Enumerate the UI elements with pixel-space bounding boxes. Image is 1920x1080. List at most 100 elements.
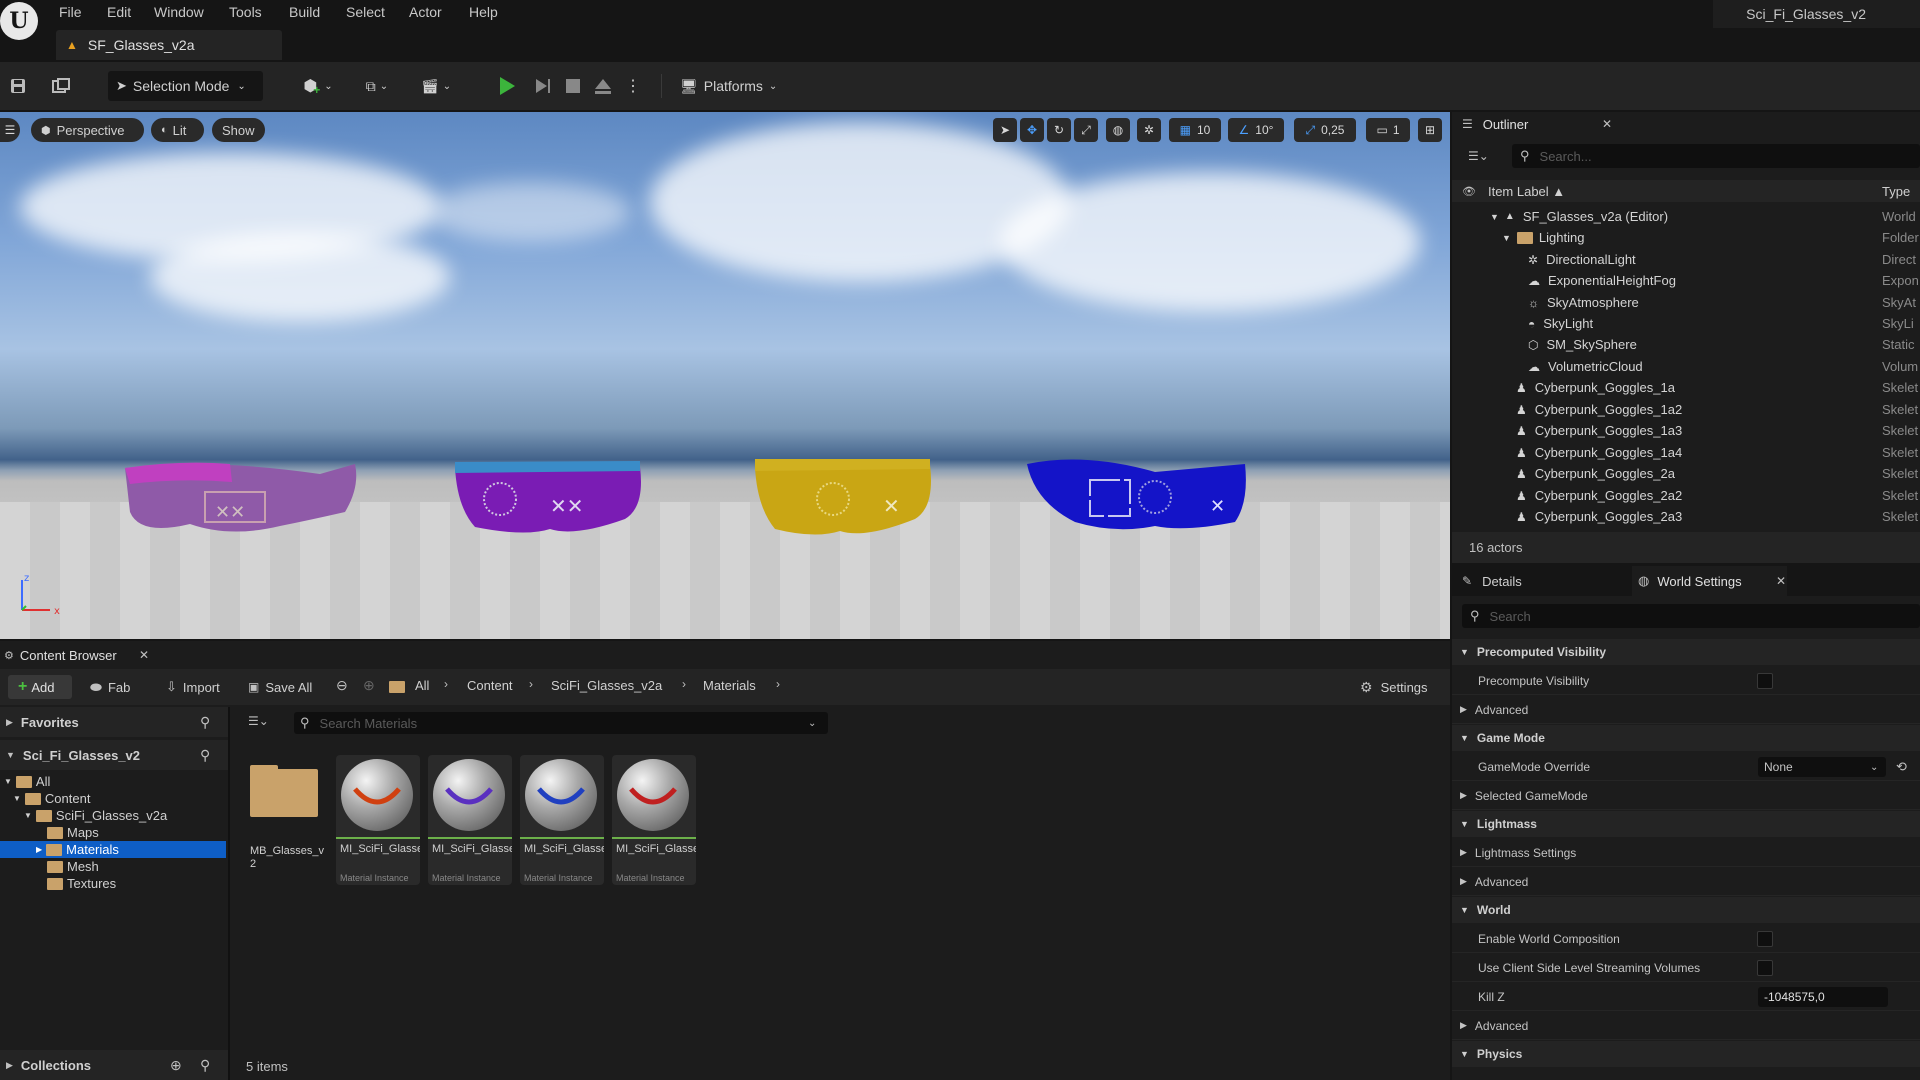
type-header[interactable]: Type [1882,184,1910,199]
outliner-row[interactable]: ▼ ▲ SF_Glasses_v2a (Editor) World [1452,206,1920,227]
forward-icon[interactable]: ⊕ [363,677,375,694]
rotation-snap-toggle[interactable]: ∠ 10° [1228,118,1284,142]
asset-tile[interactable]: MI_SciFi_Glasses_3_ Material Instance [520,755,604,885]
menu-actor[interactable]: Actor [409,4,442,20]
add-actor-icon[interactable]: ⬢ + ⌄ [297,71,339,101]
precompute-visibility-checkbox[interactable] [1757,673,1773,689]
breadcrumb-chevron-icon[interactable]: › [529,677,533,691]
eye-icon[interactable]: 👁︎ [1462,185,1476,198]
tree-item-materials[interactable]: ▶ Materials [0,841,226,858]
settings-button[interactable]: ⚙ Settings [1360,675,1428,699]
close-icon[interactable]: ✕ [139,648,149,662]
perspective-button[interactable]: ⬢ Perspective [31,118,144,142]
cinematics-icon[interactable]: 🎬︎ ⌄ [415,71,457,101]
section-lightmass[interactable]: ▼ Lightmass [1452,811,1920,837]
more-options-icon[interactable]: ⋮ [625,71,641,101]
outliner-row[interactable]: ♟ Cyberpunk_Goggles_1a3 Skelet [1452,420,1920,441]
viewport-menu-icon[interactable]: ☰ [0,118,20,142]
close-icon[interactable]: ✕ [1602,117,1612,131]
scale-snap-toggle[interactable]: ⤢ 0,25 [1294,118,1356,142]
step-icon[interactable] [530,71,556,101]
details-search-input[interactable]: ⚲ Search [1462,604,1920,628]
outliner-row[interactable]: ☁︎ ExponentialHeightFog Expon [1452,270,1920,291]
menu-select[interactable]: Select [346,4,385,20]
search-icon[interactable]: ⚲ [200,747,210,764]
camera-speed-button[interactable]: ▭ 1 [1366,118,1410,142]
tree-item-all[interactable]: ▼ All [0,773,226,790]
tree-item-maps[interactable]: Maps [0,824,226,841]
outliner-row[interactable]: ♟ Cyberpunk_Goggles_2a Skelet [1452,463,1920,484]
tab-details[interactable]: ✎ Details [1452,566,1630,596]
collections-header[interactable]: ▶ Collections ⊕ ⚲ [0,1050,228,1080]
view-mode-button[interactable]: ◐ Lit [151,118,204,142]
kill-z-input[interactable]: -1048575,0 [1758,987,1888,1007]
translate-tool-icon[interactable]: ✥ [1020,118,1044,142]
import-button[interactable]: ⇩ Import [166,675,220,699]
surface-snap-icon[interactable]: ✲ [1137,118,1161,142]
tree-item-textures[interactable]: Textures [0,875,226,892]
section-physics[interactable]: ▼ Physics [1452,1041,1920,1067]
breadcrumb-chevron-icon[interactable]: › [776,677,780,691]
search-icon[interactable]: ⚲ [200,714,210,731]
tree-item-mesh[interactable]: Mesh [0,858,226,875]
menu-edit[interactable]: Edit [107,4,131,20]
prop-selected-gamemode[interactable]: ▶ Selected GameMode [1452,782,1920,810]
item-label-header[interactable]: Item Label ▲ [1488,184,1565,199]
breadcrumb-chevron-icon[interactable]: › [444,677,448,691]
asset-tile[interactable]: MI_SciFi_Glasses_4_ Material Instance [612,755,696,885]
outliner-row[interactable]: ♟ Cyberpunk_Goggles_1a2 Skelet [1452,399,1920,420]
back-icon[interactable]: ⊖ [336,677,348,694]
stop-icon[interactable] [560,71,586,101]
select-tool-icon[interactable]: ➤ [993,118,1017,142]
breadcrumb-all[interactable]: All [415,678,429,693]
rotate-tool-icon[interactable]: ↻ [1047,118,1071,142]
outliner-row[interactable]: ♟ Cyberpunk_Goggles_1a4 Skelet [1452,442,1920,463]
outliner-row[interactable]: ♟ Cyberpunk_Goggles_1a Skelet [1452,377,1920,398]
prop-lightmass-settings[interactable]: ▶ Lightmass Settings [1452,839,1920,867]
asset-tile[interactable]: MI_SciFi_Glasses_1_ Material Instance [336,755,420,885]
materials-search-input[interactable]: ⚲ Search Materials ⌄ [294,712,828,734]
fab-button[interactable]: ⬬ Fab [90,675,130,699]
show-button[interactable]: Show [212,118,265,142]
outliner-row[interactable]: ♟ Cyberpunk_Goggles_2a2 Skelet [1452,485,1920,506]
close-icon[interactable]: ✕ [1776,574,1786,588]
level-tab[interactable]: ▲ SF_Glasses_v2a [56,30,282,60]
eject-icon[interactable] [590,71,616,101]
world-local-icon[interactable]: ◍ [1106,118,1130,142]
outliner-row[interactable]: ▼ Lighting Folder [1452,227,1920,248]
content-drawer-icon[interactable] [48,71,74,101]
add-button[interactable]: + Add [8,675,72,699]
scale-tool-icon[interactable]: ⤢ [1074,118,1098,142]
level-viewport[interactable]: ✕✕ ✕✕ ✕ ✕ z x ☰ ⬢ Perspective ◐ Lit Show… [0,112,1450,639]
prop-advanced-world[interactable]: ▶ Advanced [1452,1012,1920,1040]
outliner-search-input[interactable]: ⚲ Search... [1512,144,1920,168]
layout-icon[interactable]: ⊞ [1418,118,1442,142]
reset-icon[interactable]: ⟲ [1896,759,1907,775]
add-collection-icon[interactable]: ⊕ [170,1057,182,1074]
search-icon[interactable]: ⚲ [200,1057,210,1074]
outliner-row[interactable]: ⬡ SM_SkySphere Static [1452,334,1920,355]
outliner-row[interactable]: ✲ DirectionalLight Direct [1452,249,1920,270]
selection-mode-dropdown[interactable]: ➤ Selection Mode ⌄ [108,71,263,101]
breadcrumb-chevron-icon[interactable]: › [682,677,686,691]
grid-snap-toggle[interactable]: ▦ 10 [1169,118,1221,142]
menu-tools[interactable]: Tools [229,4,262,20]
prop-advanced[interactable]: ▶ Advanced [1452,696,1920,724]
outliner-tab[interactable]: ☰ Outliner ✕ [1452,112,1920,136]
project-header[interactable]: ▼ Sci_Fi_Glasses_v2 ⚲ [0,740,228,770]
play-icon[interactable] [494,71,520,101]
asset-tile[interactable]: MI_SciFi_Glasses_2_ Material Instance [428,755,512,885]
outliner-row[interactable]: ☼ SkyAtmosphere SkyAt [1452,292,1920,313]
menu-window[interactable]: Window [154,4,204,20]
content-browser-tab[interactable]: ⚙︎ Content Browser ✕ [0,641,160,669]
menu-build[interactable]: Build [289,4,320,20]
platforms-button[interactable]: 🖥︎ Platforms ⌄ [676,71,786,101]
section-game-mode[interactable]: ▼ Game Mode [1452,725,1920,751]
tree-item-content[interactable]: ▼ Content [0,790,226,807]
save-all-button[interactable]: ▣ Save All [248,675,312,699]
blueprint-icon[interactable]: ⧉ ⌄ [356,71,398,101]
breadcrumb-project[interactable]: SciFi_Glasses_v2a [551,678,662,693]
outliner-row[interactable]: ◓ SkyLight SkyLi [1452,313,1920,334]
menu-help[interactable]: Help [469,4,498,20]
breadcrumb-materials[interactable]: Materials [703,678,756,693]
